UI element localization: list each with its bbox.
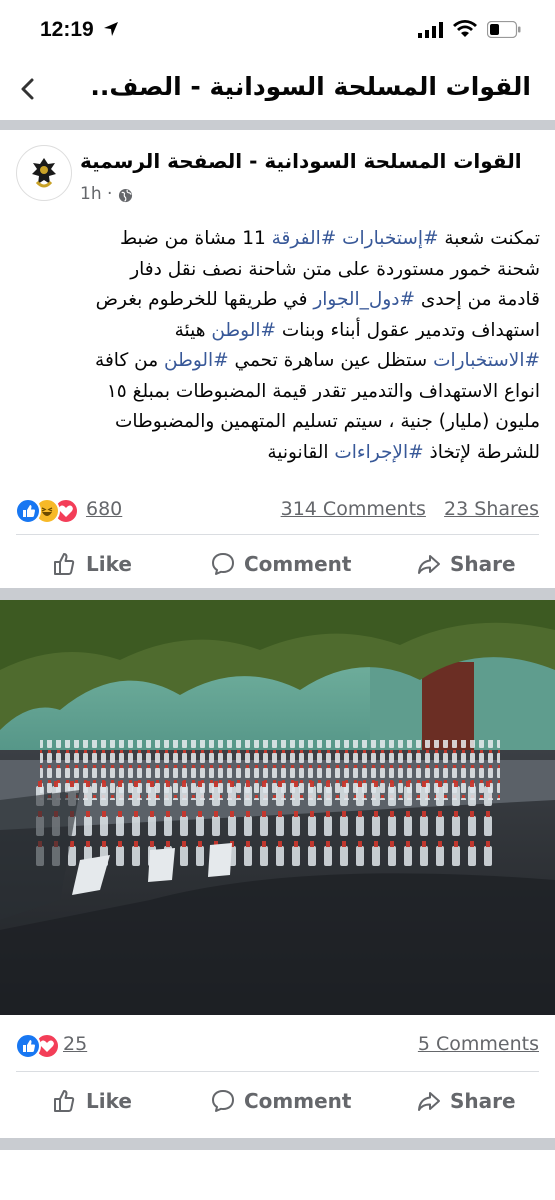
reactions-count[interactable]: 25: [63, 1033, 87, 1055]
post-line: للشرطة لإتخاذ #الإجراءات القانونية: [267, 441, 540, 463]
next-post-preview: [0, 1150, 555, 1200]
comment-button[interactable]: Comment: [210, 1078, 351, 1124]
signal-icon: [418, 22, 443, 38]
comments-count-link[interactable]: 314 Comments: [281, 498, 426, 520]
post-line: #الاستخبارات ستظل عين ساهرة تحمي #الوطن …: [95, 350, 540, 371]
navigation-bar: القوات المسلحة السودانية - الصف...: [0, 58, 555, 121]
hashtag-link[interactable]: #الوطن: [164, 350, 229, 371]
section-divider: [0, 1138, 555, 1150]
like-reaction-icon: [15, 1033, 41, 1059]
comment-button[interactable]: Comment: [210, 541, 351, 587]
photo-reactions-summary: 25 5 Comments: [0, 1033, 555, 1063]
comment-bubble-icon: [212, 1090, 234, 1112]
photo-actions: Like Comment Share: [0, 1078, 555, 1124]
reaction-icons[interactable]: [15, 498, 81, 524]
section-divider: [0, 120, 555, 130]
share-arrow-icon: [418, 555, 440, 574]
battery-icon: [487, 21, 521, 38]
thumbs-up-icon: [54, 553, 75, 575]
page-name[interactable]: القوات المسلحة السودانية - الصفحة الرسمي…: [80, 149, 522, 173]
divider-line: [16, 1071, 539, 1072]
hashtag-link[interactable]: #دول_الجوار: [313, 289, 415, 310]
like-button[interactable]: Like: [52, 1078, 132, 1124]
comments-count-link[interactable]: 5 Comments: [418, 1033, 539, 1055]
share-button[interactable]: Share: [416, 1078, 516, 1124]
divider-line: [16, 534, 539, 535]
post-line: تمكنت شعبة #إستخبارات #الفرقة 11 مشاة من…: [119, 228, 540, 249]
post-line: استهداف وتدمير عقول أبناء وبنات #الوطن ه…: [174, 319, 540, 341]
hashtag-link[interactable]: #إستخبارات #الفرقة: [272, 228, 439, 249]
location-arrow-icon: [104, 22, 118, 36]
bottles-photo-image: [0, 600, 555, 1015]
post-line: انواع الاستهداف والتدمير تقدر قيمة المضب…: [106, 380, 540, 402]
post-stats: 314 Comments 23 Shares: [281, 498, 539, 520]
page-avatar[interactable]: [16, 145, 72, 201]
hashtag-link[interactable]: #الإجراءات: [334, 442, 423, 463]
globe-icon: [118, 188, 133, 203]
post-time: 1h ·: [80, 184, 113, 204]
comment-bubble-icon: [212, 553, 234, 575]
post-photo[interactable]: [0, 600, 555, 1015]
like-button[interactable]: Like: [52, 541, 132, 587]
page-title: القوات المسلحة السودانية - الصف...: [91, 72, 531, 101]
army-emblem-icon: [18, 147, 70, 199]
reactions-summary: 680 314 Comments 23 Shares: [0, 498, 555, 528]
back-chevron-icon[interactable]: [14, 75, 42, 103]
section-divider: [0, 588, 555, 600]
post-line: مليون (مليار) جنية ، سيتم تسليم المتهمين…: [115, 411, 540, 432]
photo-stats: 5 Comments: [418, 1033, 539, 1055]
post-line: شحنة خمور مستوردة على متن شاحنة نصف نقل …: [130, 258, 540, 280]
post-line: قادمة من إحدى #دول_الجوار في طريقها للخر…: [95, 289, 540, 310]
hashtag-link[interactable]: #الاستخبارات: [433, 350, 540, 371]
status-bar: 12:19: [0, 0, 555, 58]
share-button[interactable]: Share: [416, 541, 516, 587]
like-reaction-icon: [15, 498, 41, 524]
wifi-icon: [453, 20, 477, 37]
shares-count-link[interactable]: 23 Shares: [444, 498, 539, 520]
thumbs-up-icon: [54, 1090, 75, 1112]
post-actions: Like Comment Share: [0, 541, 555, 587]
reactions-count[interactable]: 680: [86, 498, 122, 520]
post-body: تمكنت شعبة #إستخبارات #الفرقة 11 مشاة من…: [10, 224, 540, 468]
hashtag-link[interactable]: #الوطن: [211, 320, 276, 341]
share-arrow-icon: [418, 1092, 440, 1111]
clock-time: 12:19: [40, 18, 94, 41]
